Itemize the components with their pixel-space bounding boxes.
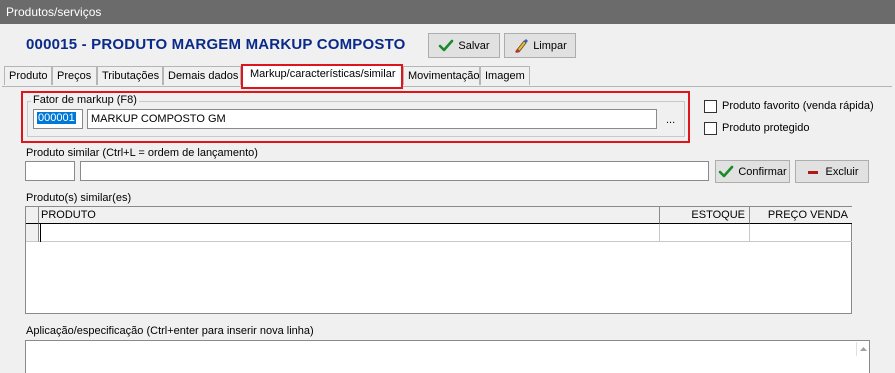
- similar-list-label: Produto(s) similar(es): [26, 192, 132, 204]
- grid-header-preco-venda[interactable]: PREÇO VENDA: [750, 207, 852, 224]
- save-button-label: Salvar: [458, 39, 490, 52]
- tab-tributacoes[interactable]: Tributações: [97, 66, 163, 85]
- delete-button[interactable]: Excluir: [795, 160, 869, 183]
- minus-icon: [805, 164, 821, 180]
- protected-checkbox[interactable]: [704, 122, 717, 135]
- tab-produto[interactable]: Produto: [4, 66, 52, 85]
- active-tab-highlight: [241, 64, 403, 89]
- similar-name-input[interactable]: [80, 161, 709, 181]
- grid-header-estoque[interactable]: ESTOQUE: [660, 207, 750, 224]
- product-title: 000015 - PRODUTO MARGEM MARKUP COMPOSTO: [26, 36, 406, 53]
- similar-product-label: Produto similar (Ctrl+L = ordem de lança…: [26, 147, 258, 159]
- confirm-button[interactable]: Confirmar: [715, 160, 790, 183]
- grid-row-indicator: [26, 224, 39, 242]
- favorite-checkbox[interactable]: [704, 100, 717, 113]
- window-title-bar: Produtos/serviços: [0, 0, 895, 24]
- confirm-button-label: Confirmar: [738, 165, 787, 178]
- tab-precos[interactable]: Preços: [52, 66, 97, 85]
- protected-checkbox-label: Produto protegido: [722, 122, 810, 134]
- tab-imagem[interactable]: Imagem: [480, 66, 530, 85]
- application-textarea[interactable]: [25, 340, 870, 373]
- grid-cell[interactable]: [750, 224, 852, 242]
- clear-button-label: Limpar: [533, 39, 567, 52]
- grid-cursor: [40, 224, 41, 242]
- markup-highlight-box: [21, 91, 690, 143]
- save-button[interactable]: Salvar: [428, 33, 500, 58]
- application-label: Aplicação/especificação (Ctrl+enter para…: [26, 325, 314, 337]
- checkmark-icon: [718, 164, 734, 180]
- window-title: Produtos/serviços: [6, 5, 102, 19]
- grid-indicator-header: [26, 207, 39, 224]
- grid-cell[interactable]: [660, 224, 750, 242]
- tab-movimentacao[interactable]: Movimentação: [403, 66, 480, 85]
- tab-demais-dados[interactable]: Demais dados: [163, 66, 241, 85]
- favorite-checkbox-label: Produto favorito (venda rápida): [722, 100, 874, 112]
- grid-cell[interactable]: [39, 224, 660, 242]
- delete-button-label: Excluir: [825, 165, 859, 178]
- clear-button[interactable]: Limpar: [504, 33, 576, 58]
- checkmark-icon: [438, 38, 454, 54]
- similar-code-input[interactable]: [25, 161, 75, 181]
- similar-products-grid[interactable]: PRODUTO ESTOQUE PREÇO VENDA: [25, 206, 852, 314]
- eraser-brush-icon: [513, 38, 529, 54]
- grid-header-produto[interactable]: PRODUTO: [39, 207, 660, 224]
- scroll-up-arrow[interactable]: [856, 342, 869, 356]
